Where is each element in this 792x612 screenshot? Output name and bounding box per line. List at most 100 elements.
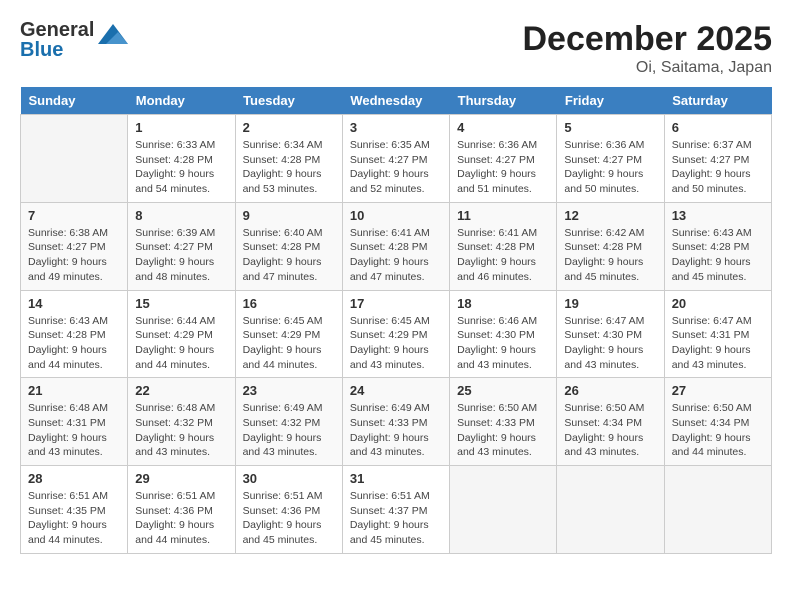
sunset-text: Sunset: 4:28 PM [243,240,335,255]
daylight-text: Daylight: 9 hours and 50 minutes. [564,167,656,196]
sunrise-text: Sunrise: 6:41 AM [350,226,442,241]
day-number: 9 [243,208,335,223]
sunrise-text: Sunrise: 6:48 AM [135,401,227,416]
sunrise-text: Sunrise: 6:39 AM [135,226,227,241]
daylight-text: Daylight: 9 hours and 45 minutes. [672,255,764,284]
day-number: 10 [350,208,442,223]
calendar-cell: 21Sunrise: 6:48 AMSunset: 4:31 PMDayligh… [21,378,128,466]
day-number: 3 [350,120,442,135]
day-info: Sunrise: 6:50 AMSunset: 4:33 PMDaylight:… [457,401,549,460]
calendar-table: SundayMondayTuesdayWednesdayThursdayFrid… [20,87,772,554]
day-number: 12 [564,208,656,223]
calendar-cell: 3Sunrise: 6:35 AMSunset: 4:27 PMDaylight… [342,115,449,203]
calendar-cell: 25 Sunrise: 6:50 AMSunset: 4:33 PMDayligh… [450,378,557,466]
daylight-text: Daylight: 9 hours and 43 minutes. [564,431,656,460]
day-info: Sunrise: 6:43 AMSunset: 4:28 PMDaylight:… [672,226,764,285]
page-subtitle: Oi, Saitama, Japan [522,59,772,77]
calendar-cell: 16Sunrise: 6:45 AMSunset: 4:29 PMDayligh… [235,290,342,378]
sunset-text: Sunset: 4:36 PM [243,504,335,519]
calendar-cell: 15Sunrise: 6:44 AMSunset: 4:29 PMDayligh… [128,290,235,378]
daylight-text: Daylight: 9 hours and 45 minutes. [350,518,442,547]
day-number: 22 [135,383,227,398]
calendar-cell: 14Sunrise: 6:43 AMSunset: 4:28 PMDayligh… [21,290,128,378]
sunset-text: Sunset: 4:32 PM [243,416,335,431]
daylight-text: Daylight: 9 hours and 47 minutes. [243,255,335,284]
page-header: General Blue December 2025 Oi, Saitama, … [20,20,772,77]
calendar-cell: 6Sunrise: 6:37 AMSunset: 4:27 PMDaylight… [664,115,771,203]
day-info: Sunrise: 6:37 AMSunset: 4:27 PMDaylight:… [672,138,764,197]
page-title: December 2025 [522,20,772,59]
daylight-text: Daylight: 9 hours and 43 minutes. [672,343,764,372]
sunset-text: Sunset: 4:29 PM [135,328,227,343]
daylight-text: Daylight: 9 hours and 44 minutes. [135,518,227,547]
column-header-sunday: Sunday [21,87,128,115]
column-header-friday: Friday [557,87,664,115]
daylight-text: Daylight: 9 hours and 44 minutes. [28,518,120,547]
daylight-text: Daylight: 9 hours and 48 minutes. [135,255,227,284]
day-number: 18 [457,296,549,311]
calendar-cell: 28Sunrise: 6:51 AMSunset: 4:35 PMDayligh… [21,466,128,554]
sunrise-text: Sunrise: 6:43 AM [28,314,120,329]
sunset-text: Sunset: 4:28 PM [564,240,656,255]
day-number: 24 [350,383,442,398]
column-header-thursday: Thursday [450,87,557,115]
sunset-text: Sunset: 4:31 PM [28,416,120,431]
day-number: 13 [672,208,764,223]
day-info: Sunrise: 6:36 AMSunset: 4:27 PMDaylight:… [457,138,549,197]
day-number: 30 [243,471,335,486]
logo: General Blue [20,20,128,60]
day-number: 25 [457,383,549,398]
day-info: Sunrise: 6:45 AMSunset: 4:29 PMDaylight:… [350,314,442,373]
day-info: Sunrise: 6:33 AMSunset: 4:28 PMDaylight:… [135,138,227,197]
sunset-text: Sunset: 4:28 PM [350,240,442,255]
day-info: Sunrise: 6:47 AMSunset: 4:31 PMDaylight:… [672,314,764,373]
day-info: Sunrise: 6:51 AMSunset: 4:36 PMDaylight:… [243,489,335,548]
day-number: 7 [28,208,120,223]
sunrise-text: Sunrise: 6:51 AM [350,489,442,504]
day-info: Sunrise: 6:49 AMSunset: 4:33 PMDaylight:… [350,401,442,460]
day-number: 2 [243,120,335,135]
sunrise-text: Sunrise: 6:35 AM [350,138,442,153]
day-info: Sunrise: 6:50 AMSunset: 4:34 PMDaylight:… [672,401,764,460]
day-number: 17 [350,296,442,311]
calendar-cell: 31Sunrise: 6:51 AMSunset: 4:37 PMDayligh… [342,466,449,554]
calendar-cell [557,466,664,554]
calendar-header-row: SundayMondayTuesdayWednesdayThursdayFrid… [21,87,772,115]
day-number: 1 [135,120,227,135]
column-header-wednesday: Wednesday [342,87,449,115]
day-info: Sunrise: 6:38 AMSunset: 4:27 PMDaylight:… [28,226,120,285]
daylight-text: Daylight: 9 hours and 53 minutes. [243,167,335,196]
day-number: 15 [135,296,227,311]
daylight-text: Daylight: 9 hours and 52 minutes. [350,167,442,196]
sunrise-text: Sunrise: 6:34 AM [243,138,335,153]
daylight-text: Daylight: 9 hours and 50 minutes. [672,167,764,196]
calendar-cell: 30 Sunrise: 6:51 AMSunset: 4:36 PMDayligh… [235,466,342,554]
calendar-cell: 27Sunrise: 6:50 AMSunset: 4:34 PMDayligh… [664,378,771,466]
calendar-cell: 17 Sunrise: 6:45 AMSunset: 4:29 PMDayligh… [342,290,449,378]
sunrise-text: Sunrise: 6:48 AM [28,401,120,416]
daylight-text: Daylight: 9 hours and 43 minutes. [135,431,227,460]
day-info: Sunrise: 6:43 AMSunset: 4:28 PMDaylight:… [28,314,120,373]
sunset-text: Sunset: 4:33 PM [457,416,549,431]
calendar-week-row: 21Sunrise: 6:48 AMSunset: 4:31 PMDayligh… [21,378,772,466]
day-info: Sunrise: 6:34 AMSunset: 4:28 PMDaylight:… [243,138,335,197]
daylight-text: Daylight: 9 hours and 43 minutes. [28,431,120,460]
day-number: 20 [672,296,764,311]
sunset-text: Sunset: 4:27 PM [457,153,549,168]
sunset-text: Sunset: 4:35 PM [28,504,120,519]
sunset-text: Sunset: 4:28 PM [135,153,227,168]
day-info: Sunrise: 6:36 AMSunset: 4:27 PMDaylight:… [564,138,656,197]
sunrise-text: Sunrise: 6:50 AM [564,401,656,416]
sunset-text: Sunset: 4:33 PM [350,416,442,431]
calendar-week-row: 14Sunrise: 6:43 AMSunset: 4:28 PMDayligh… [21,290,772,378]
day-info: Sunrise: 6:49 AMSunset: 4:32 PMDaylight:… [243,401,335,460]
day-info: Sunrise: 6:40 AMSunset: 4:28 PMDaylight:… [243,226,335,285]
day-number: 8 [135,208,227,223]
calendar-cell: 18Sunrise: 6:46 AMSunset: 4:30 PMDayligh… [450,290,557,378]
sunset-text: Sunset: 4:27 PM [672,153,764,168]
calendar-cell: 23Sunrise: 6:49 AMSunset: 4:32 PMDayligh… [235,378,342,466]
daylight-text: Daylight: 9 hours and 45 minutes. [243,518,335,547]
daylight-text: Daylight: 9 hours and 44 minutes. [243,343,335,372]
sunrise-text: Sunrise: 6:47 AM [672,314,764,329]
daylight-text: Daylight: 9 hours and 44 minutes. [28,343,120,372]
